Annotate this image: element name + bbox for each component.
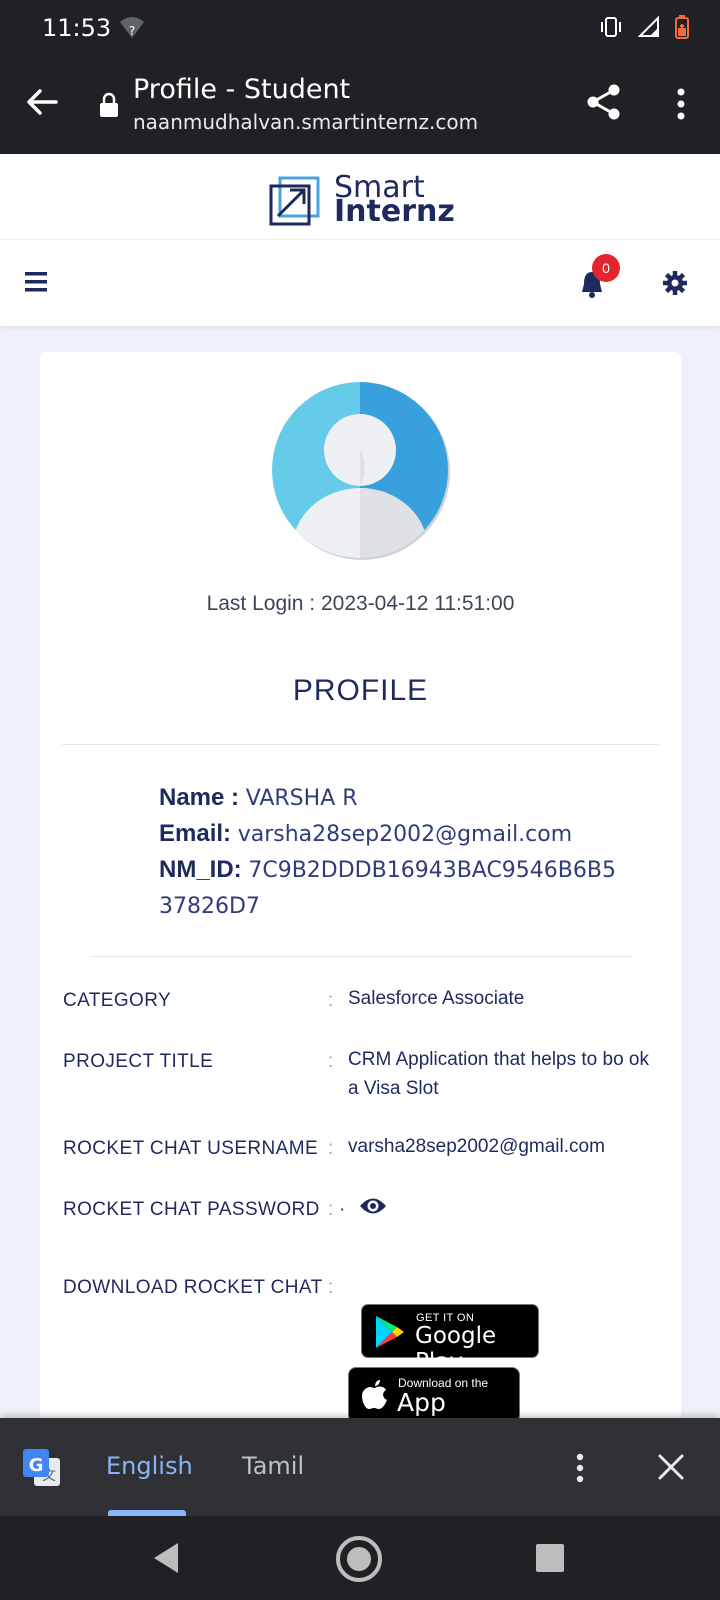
smartinternz-logo[interactable]: Smart Internz [268,170,458,229]
hamburger-menu-icon[interactable] [24,270,50,294]
page-url[interactable]: naanmudhalvan.smartinternz.com [133,110,478,134]
colon: : [328,1199,334,1220]
status-time: 11:53 [42,14,112,42]
email-line: Email: varsha28sep2002@gmail.com [159,816,639,852]
last-login-text: Last Login : 2023-04-12 11:51:00 [206,592,515,615]
svg-text:?: ? [129,24,135,38]
logo-text-internz: Internz [334,194,455,229]
notification-count-badge: 0 [592,254,620,282]
wifi-icon: ? [120,17,144,38]
project-title-label: PROJECT TITLE [63,1051,214,1072]
more-vert-icon[interactable] [664,84,698,124]
site-header: Smart Internz [0,154,720,240]
app-store-button[interactable]: Download on the App Store [348,1367,520,1446]
password-masked-value: · [339,1199,346,1220]
google-play-button[interactable]: GET IT ON Google Play [361,1304,539,1375]
settings-gear-icon[interactable] [662,270,688,296]
category-value: Salesforce Associate [348,988,525,1009]
colon: : [328,1138,334,1159]
divider [62,744,659,745]
close-icon[interactable] [656,1452,686,1482]
nmid-line: NM_ID: 7C9B2DDDB16943BAC9546B6B5 37826D7 [159,852,639,924]
name-line: Name : VARSHA R [159,780,639,816]
language-tab-english[interactable]: English [106,1452,193,1480]
battery-icon [675,15,689,39]
share-icon[interactable] [584,82,624,122]
signal-icon [638,16,659,37]
google-play-icon [376,1316,404,1348]
nav-back-icon[interactable] [150,1541,182,1575]
profile-info: Name : VARSHA R Email: varsha28sep2002@g… [159,780,639,924]
colon: : [328,1051,334,1072]
colon: : [328,990,334,1011]
rocket-chat-username-value: varsha28sep2002@gmail.com [348,1136,605,1157]
download-rocket-chat-label: DOWNLOAD ROCKET CHAT [63,1277,323,1298]
page-title: Profile - Student [133,74,351,105]
status-bar: 11:53 ? [0,0,720,56]
browser-toolbar: Profile - Student naanmudhalvan.smartint… [0,56,720,154]
more-vert-icon[interactable] [568,1450,592,1486]
category-label: CATEGORY [63,990,172,1011]
rocket-chat-password-label: ROCKET CHAT PASSWORD [63,1199,320,1220]
site-nav-bar [0,240,720,326]
email-label: Email: [159,820,238,847]
svg-text:G: G [29,1455,44,1476]
show-password-eye-icon[interactable] [359,1195,387,1217]
name-label: Name : [159,784,246,811]
colon: : [328,1277,334,1298]
apple-icon [362,1380,387,1409]
divider [90,956,631,957]
system-navigation-bar [0,1516,720,1600]
name-value: VARSHA R [245,786,358,811]
logo-mark-icon [269,176,320,226]
nav-recents-icon[interactable] [536,1544,564,1572]
language-tab-tamil[interactable]: Tamil [242,1452,304,1480]
translate-bar: 文 G English Tamil [0,1418,720,1516]
project-title-value: CRM Application that helps to bo ok a Vi… [348,1049,650,1099]
lock-icon [100,92,118,117]
profile-card: Last Login : 2023-04-12 11:51:00 PROFILE… [40,352,681,1446]
email-value: varsha28sep2002@gmail.com [237,822,573,847]
avatar [272,382,450,560]
back-arrow-icon[interactable] [24,84,60,120]
nav-home-icon[interactable] [334,1534,384,1584]
rocket-chat-username-label: ROCKET CHAT USERNAME [63,1138,319,1159]
nmid-label: NM_ID: [159,856,249,883]
profile-heading: PROFILE [292,674,429,707]
vibrate-icon [601,17,621,37]
google-translate-icon: 文 G [23,1449,60,1486]
